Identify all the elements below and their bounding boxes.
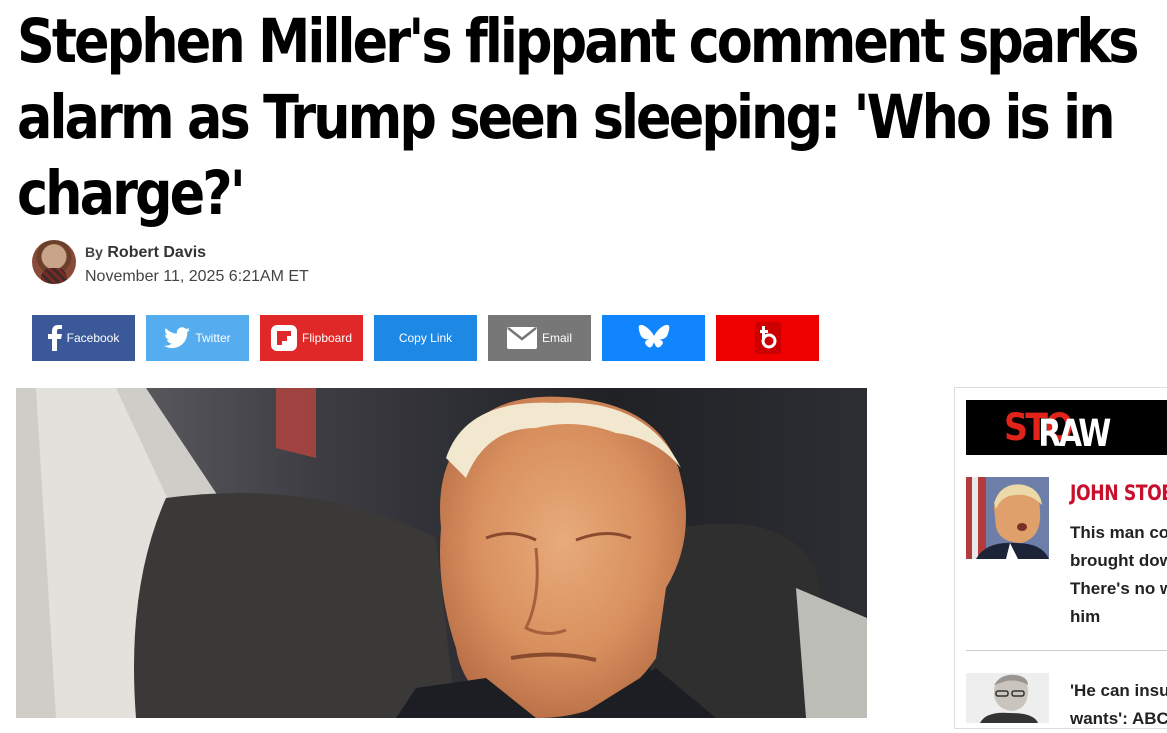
bluesky-share-button[interactable]: [602, 315, 705, 361]
author-avatar[interactable]: [32, 240, 76, 284]
twitter-label: Twitter: [195, 331, 231, 345]
headline-line: Stephen Miller's flippant comment sparks: [17, 6, 1140, 77]
facebook-icon: [47, 325, 62, 351]
flipboard-share-button[interactable]: Flipboard: [260, 315, 363, 361]
story-headline[interactable]: 'He can insu wants': ABC: [1070, 677, 1167, 733]
copy-link-label: Copy Link: [398, 331, 453, 345]
email-share-button[interactable]: Email: [488, 315, 591, 361]
story-thumbnail[interactable]: [966, 477, 1049, 559]
sidebar-widget: RAW STO JOHN STOE This man co brought dow…: [954, 387, 1167, 729]
story-kicker[interactable]: JOHN STOE: [1070, 481, 1167, 505]
email-icon: [506, 327, 537, 349]
sidebar-divider: [966, 650, 1167, 651]
truth-social-share-button[interactable]: [716, 315, 819, 361]
copy-link-button[interactable]: Copy Link: [374, 315, 477, 361]
headline-line: alarm as Trump seen sleeping: 'Who is in: [17, 82, 1116, 153]
twitter-share-button[interactable]: Twitter: [146, 315, 249, 361]
author-name[interactable]: Robert Davis: [107, 244, 206, 261]
facebook-share-button[interactable]: Facebook: [32, 315, 135, 361]
article-headline: Stephen Miller's flippant comment sparks…: [17, 4, 1140, 232]
email-label: Email: [541, 331, 572, 345]
trump-sleeping-photo: [16, 388, 867, 718]
publish-date: November 11, 2025 6:21AM ET: [85, 268, 309, 285]
byline-prefix: By: [85, 244, 103, 260]
story-thumbnail[interactable]: [966, 673, 1049, 723]
flipboard-label: Flipboard: [301, 331, 353, 345]
logo-text-white: RAW: [1038, 412, 1111, 455]
hero-image[interactable]: [16, 388, 867, 718]
author-line: By Robert Davis: [85, 244, 206, 262]
facebook-label: Facebook: [66, 331, 120, 345]
rawstory-logo[interactable]: RAW STO: [966, 400, 1167, 455]
share-bar: Facebook Twitter Flipboard Copy Link Ema…: [32, 315, 819, 361]
bluesky-icon: [638, 324, 669, 348]
truth-social-icon: [754, 322, 781, 354]
headline-line: charge?': [17, 158, 246, 229]
story-headline[interactable]: This man co brought dow There's no w him: [1070, 519, 1167, 631]
twitter-icon: [164, 327, 191, 349]
flipboard-icon: [270, 325, 297, 351]
